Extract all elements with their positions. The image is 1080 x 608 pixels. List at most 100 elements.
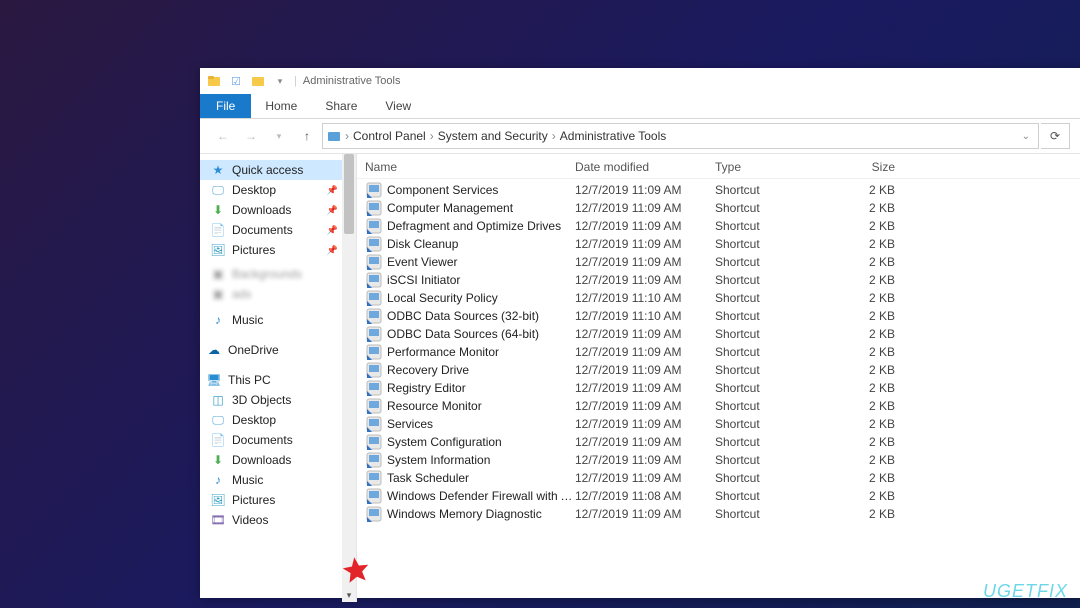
file-row[interactable]: System Information 12/7/2019 11:09 AM Sh… — [357, 451, 1080, 469]
file-type: Shortcut — [715, 291, 815, 305]
sidebar-item-music[interactable]: ♪ Music — [200, 310, 356, 330]
cloud-icon: ☁ — [206, 342, 222, 358]
file-row[interactable]: Windows Defender Firewall with Advanc...… — [357, 487, 1080, 505]
file-row[interactable]: Windows Memory Diagnostic 12/7/2019 11:0… — [357, 505, 1080, 523]
shortcut-icon — [365, 326, 383, 342]
file-row[interactable]: ODBC Data Sources (64-bit) 12/7/2019 11:… — [357, 325, 1080, 343]
sidebar-scrollbar[interactable]: ▴ ▾ — [342, 154, 356, 602]
qat-properties-icon[interactable]: ☑ — [228, 73, 244, 89]
crumb-system-security[interactable]: System and Security — [438, 129, 548, 143]
sidebar-item-desktop[interactable]: 🖵 Desktop 📌 — [200, 180, 356, 200]
col-size[interactable]: Size — [815, 160, 935, 174]
nav-back-button[interactable]: ← — [210, 123, 236, 149]
sidebar-item-label: Music — [232, 473, 263, 487]
nav-recent-dropdown[interactable]: ▾ — [266, 123, 292, 149]
sidebar-quick-access[interactable]: ★ Quick access — [200, 160, 342, 180]
sidebar-item-documents[interactable]: 📄 Documents 📌 — [200, 220, 356, 240]
file-tab[interactable]: File — [200, 94, 251, 118]
file-row[interactable]: Local Security Policy 12/7/2019 11:10 AM… — [357, 289, 1080, 307]
col-date[interactable]: Date modified — [575, 160, 715, 174]
tab-share[interactable]: Share — [311, 94, 371, 118]
file-name: Services — [387, 417, 575, 431]
sidebar-item-label: Desktop — [232, 183, 276, 197]
file-row[interactable]: Services 12/7/2019 11:09 AM Shortcut 2 K… — [357, 415, 1080, 433]
file-size: 2 KB — [815, 237, 935, 251]
sidebar-item-3d[interactable]: ◫ 3D Objects — [200, 390, 356, 410]
explorer-icon — [206, 73, 222, 89]
file-name: ODBC Data Sources (64-bit) — [387, 327, 575, 341]
file-type: Shortcut — [715, 255, 815, 269]
nav-forward-button[interactable]: → — [238, 123, 264, 149]
file-size: 2 KB — [815, 363, 935, 377]
file-name: Component Services — [387, 183, 575, 197]
sidebar-item-desktop[interactable]: 🖵 Desktop — [200, 410, 356, 430]
file-row[interactable]: Resource Monitor 12/7/2019 11:09 AM Shor… — [357, 397, 1080, 415]
sidebar-item-downloads[interactable]: ⬇ Downloads 📌 — [200, 200, 356, 220]
file-name: Computer Management — [387, 201, 575, 215]
file-row[interactable]: Task Scheduler 12/7/2019 11:09 AM Shortc… — [357, 469, 1080, 487]
tab-home[interactable]: Home — [251, 94, 311, 118]
pc-icon: 🖥 — [206, 372, 222, 388]
sidebar-item-documents[interactable]: 📄 Documents — [200, 430, 356, 450]
col-type[interactable]: Type — [715, 160, 815, 174]
file-size: 2 KB — [815, 507, 935, 521]
scroll-down-icon[interactable]: ▾ — [342, 588, 356, 602]
qat-dropdown-icon[interactable]: ▾ — [272, 73, 288, 89]
scrollbar-thumb[interactable] — [344, 154, 354, 234]
sidebar-item-pictures[interactable]: 🖼 Pictures — [200, 490, 356, 510]
shortcut-icon — [365, 308, 383, 324]
sidebar-item-music[interactable]: ♪ Music — [200, 470, 356, 490]
file-row[interactable]: Event Viewer 12/7/2019 11:09 AM Shortcut… — [357, 253, 1080, 271]
nav-up-button[interactable]: ↑ — [294, 123, 320, 149]
crumb-control-panel[interactable]: Control Panel — [353, 129, 426, 143]
file-date: 12/7/2019 11:09 AM — [575, 381, 715, 395]
file-row[interactable]: Registry Editor 12/7/2019 11:09 AM Short… — [357, 379, 1080, 397]
file-type: Shortcut — [715, 309, 815, 323]
file-size: 2 KB — [815, 219, 935, 233]
crumb-admin-tools[interactable]: Administrative Tools — [560, 129, 667, 143]
sidebar-item-videos[interactable]: 🎞 Videos — [200, 510, 356, 530]
documents-icon: 📄 — [210, 222, 226, 238]
sidebar-onedrive[interactable]: ☁ OneDrive — [200, 340, 356, 360]
file-type: Shortcut — [715, 327, 815, 341]
file-row[interactable]: Recovery Drive 12/7/2019 11:09 AM Shortc… — [357, 361, 1080, 379]
file-row[interactable]: Disk Cleanup 12/7/2019 11:09 AM Shortcut… — [357, 235, 1080, 253]
file-date: 12/7/2019 11:09 AM — [575, 471, 715, 485]
file-type: Shortcut — [715, 273, 815, 287]
file-name: Local Security Policy — [387, 291, 575, 305]
file-row[interactable]: ODBC Data Sources (32-bit) 12/7/2019 11:… — [357, 307, 1080, 325]
file-date: 12/7/2019 11:09 AM — [575, 237, 715, 251]
file-name: Performance Monitor — [387, 345, 575, 359]
address-bar[interactable]: › Control Panel › System and Security › … — [322, 123, 1039, 149]
file-date: 12/7/2019 11:09 AM — [575, 453, 715, 467]
file-row[interactable]: Computer Management 12/7/2019 11:09 AM S… — [357, 199, 1080, 217]
file-row[interactable]: Performance Monitor 12/7/2019 11:09 AM S… — [357, 343, 1080, 361]
file-row[interactable]: iSCSI Initiator 12/7/2019 11:09 AM Short… — [357, 271, 1080, 289]
shortcut-icon — [365, 380, 383, 396]
refresh-button[interactable]: ⟳ — [1041, 123, 1070, 149]
annotation-star-icon — [340, 554, 372, 586]
file-list: Name Date modified Type Size Component S… — [357, 154, 1080, 602]
file-type: Shortcut — [715, 435, 815, 449]
pin-icon: 📌 — [327, 185, 338, 196]
address-dropdown-icon[interactable]: ⌄ — [1018, 131, 1034, 142]
qat-new-folder-icon[interactable] — [250, 73, 266, 89]
sidebar: ★ Quick access 🖵 Desktop 📌 ⬇ Downloads 📌… — [200, 154, 357, 602]
file-row[interactable]: System Configuration 12/7/2019 11:09 AM … — [357, 433, 1080, 451]
file-date: 12/7/2019 11:09 AM — [575, 507, 715, 521]
sidebar-this-pc[interactable]: 🖥 This PC — [200, 370, 356, 390]
shortcut-icon — [365, 218, 383, 234]
file-type: Shortcut — [715, 381, 815, 395]
sidebar-item-pictures[interactable]: 🖼 Pictures 📌 — [200, 240, 356, 260]
tab-view[interactable]: View — [371, 94, 425, 118]
file-name: System Information — [387, 453, 575, 467]
file-size: 2 KB — [815, 255, 935, 269]
shortcut-icon — [365, 506, 383, 522]
col-name[interactable]: Name — [365, 160, 575, 174]
sidebar-item-downloads[interactable]: ⬇ Downloads — [200, 450, 356, 470]
file-row[interactable]: Component Services 12/7/2019 11:09 AM Sh… — [357, 181, 1080, 199]
file-row[interactable]: Defragment and Optimize Drives 12/7/2019… — [357, 217, 1080, 235]
file-name: iSCSI Initiator — [387, 273, 575, 287]
shortcut-icon — [365, 434, 383, 450]
file-date: 12/7/2019 11:09 AM — [575, 363, 715, 377]
